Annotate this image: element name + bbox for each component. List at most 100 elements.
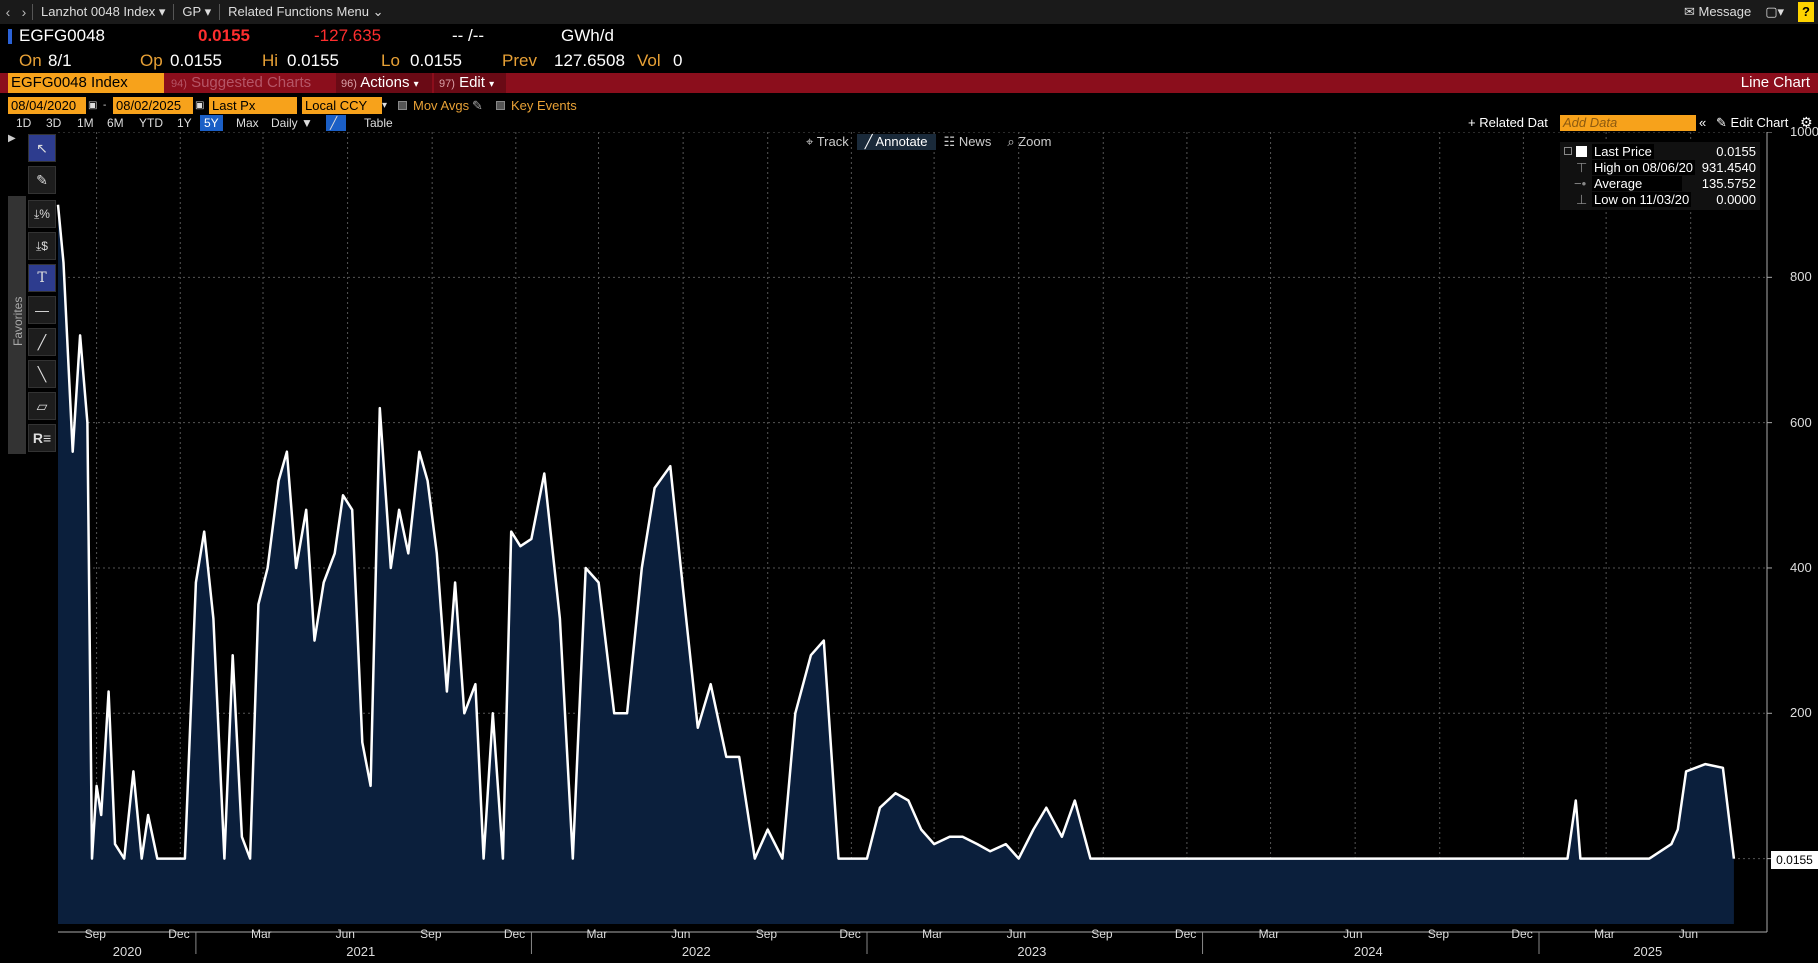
dollar-measure-tool-icon[interactable]: ⤓$ <box>28 232 56 260</box>
legend-value: 0.0000 <box>1716 192 1756 207</box>
calendar-icon[interactable]: ▣ <box>195 97 205 114</box>
actions-button[interactable]: 96) Actions ▾ <box>336 73 432 93</box>
related-data-button[interactable]: + Related Dat <box>1468 115 1548 130</box>
pen-tool-icon[interactable]: ✎ <box>28 166 56 194</box>
legend-row-high: ⊤ High on 08/06/20 931.4540 <box>1560 160 1760 175</box>
x-tick-label: Mar <box>251 927 272 941</box>
collapse-icon[interactable]: « <box>1699 115 1706 130</box>
year-label: 2024 <box>1353 944 1383 959</box>
date-range-row: 08/04/2020 ▣ - 08/02/2025 ▣ Last Px Loca… <box>0 97 1818 114</box>
x-tick-label: Dec <box>1174 927 1197 941</box>
start-date-field[interactable]: 08/04/2020 <box>8 97 86 114</box>
favorites-tab[interactable]: Favorites <box>8 196 26 454</box>
period-max[interactable]: Max <box>232 115 263 131</box>
y-tick-label: 600 <box>1790 414 1812 430</box>
low-marker-icon: ⊥ <box>1576 192 1588 207</box>
chart-type-label: Line Chart <box>1740 74 1810 91</box>
zoom-button[interactable]: ⌕ Zoom <box>999 134 1059 150</box>
pointer-tool-icon[interactable]: ↖ <box>28 134 56 162</box>
legend-value: 0.0155 <box>1716 144 1756 159</box>
edit-button[interactable]: 97) Edit ▾ <box>434 73 506 93</box>
percent-measure-tool-icon[interactable]: ⤓% <box>28 200 56 228</box>
magnifier-icon: ⌕ <box>1007 134 1015 149</box>
security-menu-label: Lanzhot 0048 Index <box>41 4 156 19</box>
regression-tool-icon[interactable]: R≡ <box>28 424 56 452</box>
x-tick-label: Jun <box>1006 927 1027 941</box>
trendline-tool-icon[interactable]: ╱ <box>28 328 56 356</box>
volume-value: 0 <box>673 51 683 70</box>
legend-row-average: −• Average 135.5752 <box>1560 176 1760 191</box>
favorites-label: Favorites <box>11 296 25 346</box>
x-tick-label: Jun <box>335 927 355 941</box>
channel-tool-icon[interactable]: ╲ <box>28 360 56 388</box>
edit-chart-button[interactable]: ✎ Edit Chart <box>1716 115 1788 131</box>
line-chart-icon[interactable]: ╱ <box>326 115 346 131</box>
currency-select[interactable]: Local CCY <box>302 97 382 114</box>
pencil-icon[interactable]: ✎ <box>472 97 483 114</box>
track-button[interactable]: ⌖ Track <box>798 134 857 150</box>
x-tick-label: Dec <box>168 927 190 941</box>
message-button[interactable]: ✉ Message <box>1684 4 1751 20</box>
chart-canvas[interactable] <box>0 132 1818 963</box>
prev-label: Prev <box>502 51 537 70</box>
news-icon: ☷ <box>943 134 956 149</box>
calendar-icon[interactable]: ▣ <box>88 97 98 114</box>
pencil-icon: ✎ <box>1716 115 1727 130</box>
back-arrow-icon[interactable]: ‹ <box>0 4 16 20</box>
x-tick-label: Mar <box>922 927 943 941</box>
annotate-button[interactable]: ╱ Annotate <box>856 134 936 150</box>
edit-label: Edit <box>459 74 485 91</box>
window-menu-icon[interactable]: ▢▾ <box>1765 4 1784 20</box>
chart-toolbar: ⌖ Track ╱ Annotate ☷ News ⌕ Zoom <box>798 134 1059 150</box>
add-data-input[interactable]: Add Data <box>1560 115 1696 131</box>
suggested-charts-button[interactable]: 94) Suggested Charts <box>166 73 334 93</box>
year-label: 2021 <box>346 944 376 959</box>
quote-line-1: EGFG0048 0.0155 -127.635 -- /-- GWh/d <box>0 26 1818 46</box>
x-tick-label: Mar <box>1594 927 1615 941</box>
period-ytd[interactable]: YTD <box>135 115 167 131</box>
x-tick-label: Jun <box>671 927 691 941</box>
x-tick-label: Jun <box>1343 927 1363 941</box>
gp-menu[interactable]: GP ▾ <box>173 4 219 20</box>
edit-number: 97) <box>439 78 455 90</box>
parallel-tool-icon[interactable]: ▱ <box>28 392 56 420</box>
period-1m[interactable]: 1M <box>73 115 98 131</box>
year-label: 2023 <box>1017 944 1047 959</box>
collapse-box-icon[interactable] <box>1564 147 1572 155</box>
price-field-select[interactable]: Last Px <box>209 97 297 114</box>
news-button[interactable]: ☷ News <box>936 134 1000 150</box>
last-price: 0.0155 <box>198 26 250 45</box>
table-button[interactable]: Table <box>360 115 397 131</box>
zoom-label: Zoom <box>1018 134 1052 149</box>
end-date-field[interactable]: 08/02/2025 <box>113 97 193 114</box>
mov-avgs-label: Mov Avgs <box>413 98 470 113</box>
chevron-down-icon[interactable]: ▾ <box>382 97 392 114</box>
ticker-input[interactable]: EGFG0048 Index <box>8 73 164 93</box>
low-value: 0.0155 <box>410 51 462 70</box>
on-date: 8/1 <box>48 51 72 70</box>
expand-toolbox-icon[interactable]: ▶ <box>8 133 16 144</box>
quote-time: -- /-- <box>452 26 485 45</box>
security-menu[interactable]: Lanzhot 0048 Index ▾ <box>32 4 173 20</box>
mov-avgs-checkbox[interactable] <box>398 101 407 110</box>
year-label: 2025 <box>1633 944 1663 959</box>
period-6m[interactable]: 6M <box>103 115 128 131</box>
forward-arrow-icon[interactable]: › <box>16 4 32 20</box>
horizontal-line-tool-icon[interactable]: — <box>28 296 56 324</box>
message-label: Message <box>1698 4 1752 19</box>
frequency-select[interactable]: Daily ▼ <box>267 115 317 131</box>
edit-chart-label: Edit Chart <box>1730 115 1789 130</box>
period-1y[interactable]: 1Y <box>173 115 196 131</box>
chevron-down-icon: ▾ <box>158 4 166 19</box>
period-5y[interactable]: 5Y <box>200 115 223 131</box>
help-button[interactable]: ? <box>1798 2 1814 22</box>
related-functions-menu[interactable]: Related Functions Menu ⌄ <box>219 4 391 20</box>
period-3d[interactable]: 3D <box>42 115 65 131</box>
series-swatch <box>1576 146 1587 157</box>
key-events-checkbox[interactable] <box>496 101 505 110</box>
open-value: 0.0155 <box>170 51 222 70</box>
text-tool-icon[interactable]: T <box>28 264 56 292</box>
period-1d[interactable]: 1D <box>12 115 35 131</box>
envelope-icon: ✉ <box>1683 4 1695 19</box>
x-tick-label: Dec <box>839 927 861 941</box>
